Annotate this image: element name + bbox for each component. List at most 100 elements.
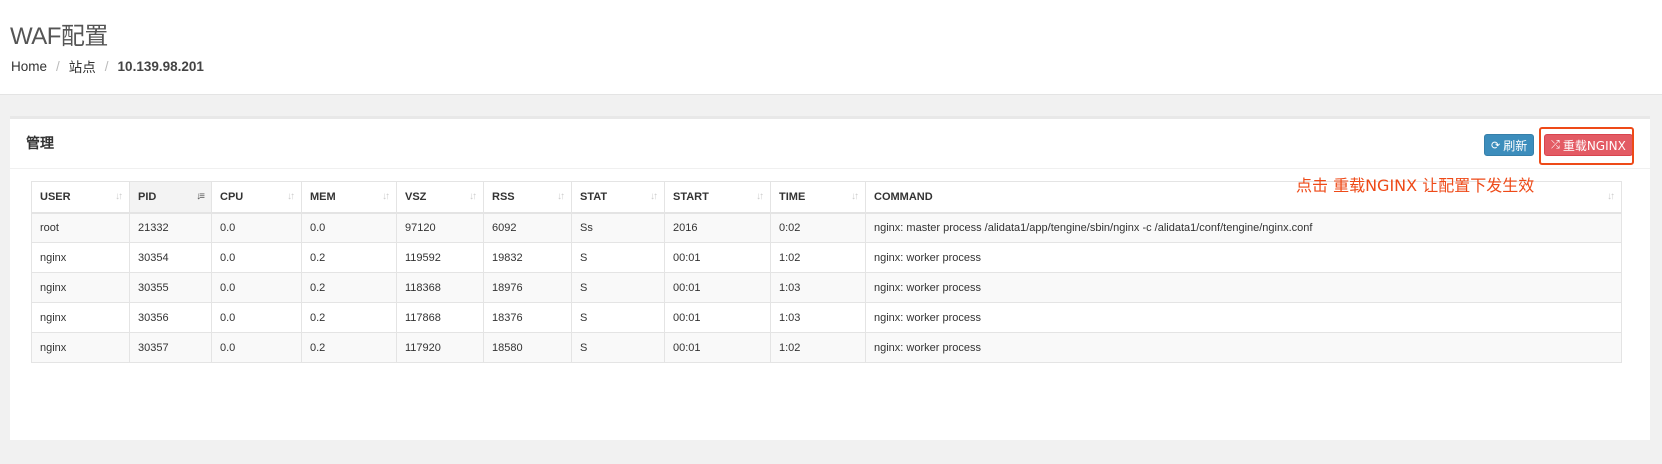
column-header-mem[interactable]: MEM ↓↑: [301, 181, 397, 214]
cell-cpu: 0.0: [211, 302, 302, 333]
column-header-stat[interactable]: STAT ↓↑: [571, 181, 665, 214]
cell-stat: S: [571, 332, 665, 363]
cell-pid: 21332: [129, 212, 212, 243]
cell-rss: 18976: [483, 272, 572, 303]
sort-icon: ↓↑: [650, 191, 658, 202]
cell-mem: 0.0: [301, 212, 397, 243]
cell-time: 0:02: [770, 212, 866, 243]
refresh-icon: ⟳: [1491, 138, 1501, 152]
panel-header: 管理 ⟳ 刷新 ⤮ 重载NGINX: [10, 119, 1650, 169]
cell-time: 1:03: [770, 302, 866, 333]
column-header-vsz[interactable]: VSZ ↓↑: [396, 181, 484, 214]
sort-icon: ↓↑: [1607, 191, 1615, 202]
cell-stat: S: [571, 242, 665, 273]
sort-icon: ↓↑: [287, 191, 295, 202]
cell-cpu: 0.0: [211, 212, 302, 243]
cell-pid: 30354: [129, 242, 212, 273]
column-header-label: PID: [138, 190, 157, 203]
cell-time: 1:03: [770, 272, 866, 303]
panel-title: 管理: [26, 135, 54, 151]
cell-mem: 0.2: [301, 332, 397, 363]
cell-cpu: 0.0: [211, 242, 302, 273]
table-row: nginx 30357 0.0 0.2 117920 18580 S 00:01 1:02 ngi…: [31, 332, 1622, 363]
cell-command: nginx: worker process: [865, 332, 1622, 363]
cell-mem: 0.2: [301, 302, 397, 333]
cell-cpu: 0.0: [211, 272, 302, 303]
column-header-label: TIME: [779, 190, 806, 203]
table-row: nginx 30356 0.0 0.2 117868 18376 S 00:01 1:03 ngi…: [31, 302, 1622, 333]
cell-vsz: 117920: [396, 332, 484, 363]
cell-pid: 30356: [129, 302, 212, 333]
table-row: nginx 30354 0.0 0.2 119592 19832 S 00:01 1:02 ngi…: [31, 242, 1622, 273]
cell-cpu: 0.0: [211, 332, 302, 363]
column-header-time[interactable]: TIME ↓↑: [770, 181, 866, 214]
highlight-frame: [1539, 127, 1634, 165]
cell-user: nginx: [31, 332, 130, 363]
column-header-label: RSS: [492, 190, 515, 203]
cell-stat: S: [571, 302, 665, 333]
cell-rss: 19832: [483, 242, 572, 273]
cell-command: nginx: master process /alidata1/app/teng…: [865, 212, 1622, 243]
cell-command: nginx: worker process: [865, 272, 1622, 303]
page-title: WAF配置: [10, 23, 108, 50]
column-header-start[interactable]: START ↓↑: [664, 181, 771, 214]
cell-mem: 0.2: [301, 272, 397, 303]
cell-command: nginx: worker process: [865, 242, 1622, 273]
sort-icon: ↓↑: [115, 191, 123, 202]
sort-icon: ↓↑: [851, 191, 859, 202]
cell-user: nginx: [31, 272, 130, 303]
cell-time: 1:02: [770, 332, 866, 363]
column-header-label: CPU: [220, 190, 244, 203]
column-header-label: USER: [40, 190, 71, 203]
cell-start: 00:01: [664, 302, 771, 333]
cell-pid: 30357: [129, 332, 212, 363]
table-body: root 21332 0.0 0.0 97120 6092 Ss 2016 0:02 nginx:…: [31, 212, 1622, 363]
table-row: nginx 30355 0.0 0.2 118368 18976 S 00:01 1:03 ngi…: [31, 272, 1622, 303]
cell-user: nginx: [31, 302, 130, 333]
cell-user: nginx: [31, 242, 130, 273]
breadcrumb-current: 10.139.98.201: [117, 58, 204, 74]
cell-command: nginx: worker process: [865, 302, 1622, 333]
column-header-pid[interactable]: PID ↓≡: [129, 181, 212, 214]
cell-vsz: 117868: [396, 302, 484, 333]
sort-asc-icon: ↓≡: [196, 191, 205, 202]
cell-time: 1:02: [770, 242, 866, 273]
cell-pid: 30355: [129, 272, 212, 303]
cell-user: root: [31, 212, 130, 243]
cell-start: 2016: [664, 212, 771, 243]
column-header-label: START: [673, 190, 709, 203]
cell-vsz: 97120: [396, 212, 484, 243]
cell-vsz: 118368: [396, 272, 484, 303]
page-header: WAF配置 Home / 站点 / 10.139.98.201: [0, 0, 1662, 95]
table-row: root 21332 0.0 0.0 97120 6092 Ss 2016 0:02 nginx:…: [31, 212, 1622, 243]
column-header-label: VSZ: [405, 190, 427, 203]
manage-panel: 管理 ⟳ 刷新 ⤮ 重载NGINX USER ↓↑ PID ↓≡ CPU ↓↑ MEM ↓↑ V…: [10, 116, 1650, 440]
column-header-label: MEM: [310, 190, 336, 203]
column-header-rss[interactable]: RSS ↓↑: [483, 181, 572, 214]
sort-icon: ↓↑: [469, 191, 477, 202]
column-header-label: COMMAND: [874, 190, 933, 203]
cell-rss: 6092: [483, 212, 572, 243]
cell-stat: S: [571, 272, 665, 303]
cell-rss: 18376: [483, 302, 572, 333]
cell-stat: Ss: [571, 212, 665, 243]
cell-mem: 0.2: [301, 242, 397, 273]
process-table: USER ↓↑ PID ↓≡ CPU ↓↑ MEM ↓↑ VSZ ↓↑ RSS ↓↑ STAT ↓↑ STA…: [31, 181, 1622, 363]
cell-start: 00:01: [664, 332, 771, 363]
breadcrumb-home[interactable]: Home: [11, 59, 47, 74]
breadcrumb-sites[interactable]: 站点: [69, 56, 96, 76]
cell-vsz: 119592: [396, 242, 484, 273]
column-header-user[interactable]: USER ↓↑: [31, 181, 130, 214]
breadcrumb-separator: /: [56, 58, 60, 74]
cell-start: 00:01: [664, 272, 771, 303]
refresh-button[interactable]: ⟳ 刷新: [1484, 134, 1535, 156]
cell-start: 00:01: [664, 242, 771, 273]
refresh-button-label: 刷新: [1503, 138, 1528, 153]
sort-icon: ↓↑: [382, 191, 390, 202]
cell-rss: 18580: [483, 332, 572, 363]
column-header-label: STAT: [580, 190, 608, 203]
sort-icon: ↓↑: [756, 191, 764, 202]
column-header-cpu[interactable]: CPU ↓↑: [211, 181, 302, 214]
breadcrumb-separator: /: [104, 58, 109, 74]
sort-icon: ↓↑: [557, 191, 565, 202]
